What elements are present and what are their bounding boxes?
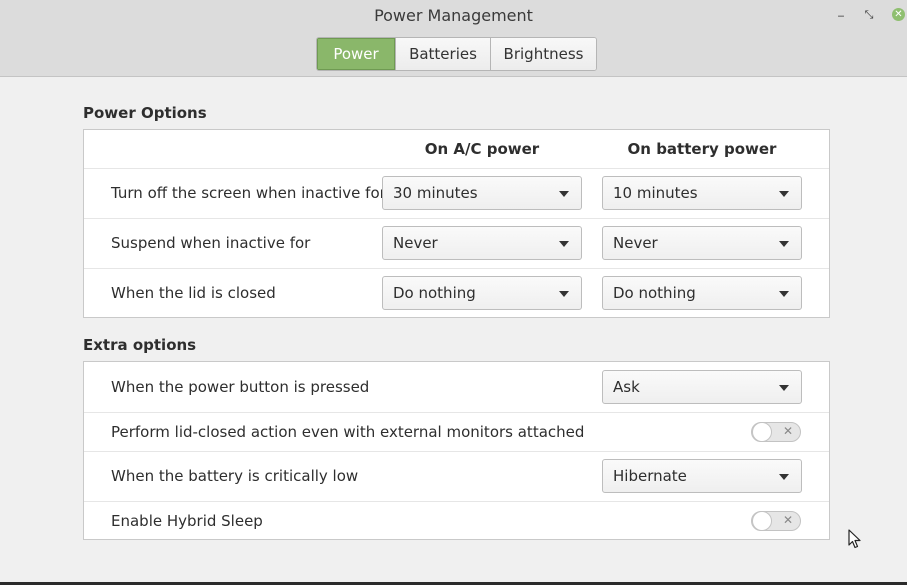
lid-closed-ac-value: Do nothing	[393, 284, 476, 302]
hybrid-sleep-row: Enable Hybrid Sleep ✕	[84, 501, 829, 539]
extra-options-title: Extra options	[83, 336, 197, 354]
chevron-down-icon	[779, 241, 789, 247]
column-battery-header: On battery power	[627, 140, 777, 158]
lid-external-label: Perform lid-closed action even with exte…	[111, 423, 585, 441]
power-management-window: Power Management ‒ ⤡ ✕ Power Batteries B…	[0, 0, 907, 582]
hybrid-sleep-toggle[interactable]: ✕	[751, 511, 801, 531]
screen-off-ac-dropdown[interactable]: 30 minutes	[382, 176, 582, 210]
lid-closed-battery-value: Do nothing	[613, 284, 696, 302]
chevron-down-icon	[779, 385, 789, 391]
screen-off-label: Turn off the screen when inactive for	[111, 184, 386, 202]
battery-critical-label: When the battery is critically low	[111, 467, 359, 485]
close-icon: ✕	[782, 424, 793, 438]
chevron-down-icon	[559, 191, 569, 197]
toggle-knob	[752, 511, 772, 531]
tab-power[interactable]: Power	[317, 38, 395, 70]
screen-off-row: Turn off the screen when inactive for 30…	[84, 168, 829, 218]
tab-batteries[interactable]: Batteries	[395, 38, 490, 70]
toggle-knob	[752, 422, 772, 442]
tab-bar: Power Batteries Brightness	[316, 37, 597, 71]
lid-external-toggle[interactable]: ✕	[751, 422, 801, 442]
battery-critical-dropdown[interactable]: Hibernate	[602, 459, 802, 493]
chevron-down-icon	[779, 474, 789, 480]
maximize-button[interactable]: ⤡	[862, 8, 876, 22]
power-button-row: When the power button is pressed Ask	[84, 362, 829, 412]
extra-options-panel: When the power button is pressed Ask Per…	[83, 361, 830, 540]
tab-brightness[interactable]: Brightness	[490, 38, 596, 70]
power-options-header-row: On A/C power On battery power	[84, 130, 829, 168]
chevron-down-icon	[779, 291, 789, 297]
power-options-panel: On A/C power On battery power Turn off t…	[83, 129, 830, 318]
lid-closed-battery-dropdown[interactable]: Do nothing	[602, 276, 802, 310]
lid-closed-ac-dropdown[interactable]: Do nothing	[382, 276, 582, 310]
header-bar: Power Management ‒ ⤡ ✕ Power Batteries B…	[0, 0, 907, 77]
screen-off-battery-dropdown[interactable]: 10 minutes	[602, 176, 802, 210]
minimize-button[interactable]: ‒	[834, 8, 848, 22]
lid-closed-label: When the lid is closed	[111, 284, 276, 302]
battery-critical-row: When the battery is critically low Hiber…	[84, 451, 829, 501]
mouse-cursor-icon	[848, 529, 861, 549]
power-button-dropdown[interactable]: Ask	[602, 370, 802, 404]
window-title: Power Management	[374, 6, 533, 25]
lid-closed-row: When the lid is closed Do nothing Do not…	[84, 268, 829, 318]
close-button[interactable]: ✕	[892, 8, 905, 21]
chevron-down-icon	[559, 291, 569, 297]
power-options-title: Power Options	[83, 104, 207, 122]
suspend-row: Suspend when inactive for Never Never	[84, 218, 829, 268]
suspend-ac-value: Never	[393, 234, 438, 252]
suspend-battery-dropdown[interactable]: Never	[602, 226, 802, 260]
suspend-label: Suspend when inactive for	[111, 234, 311, 252]
column-ac-header: On A/C power	[424, 140, 540, 158]
chevron-down-icon	[559, 241, 569, 247]
close-icon: ✕	[782, 513, 793, 527]
suspend-ac-dropdown[interactable]: Never	[382, 226, 582, 260]
screen-off-battery-value: 10 minutes	[613, 184, 698, 202]
hybrid-sleep-label: Enable Hybrid Sleep	[111, 512, 263, 530]
suspend-battery-value: Never	[613, 234, 658, 252]
battery-critical-value: Hibernate	[613, 467, 687, 485]
power-button-value: Ask	[613, 378, 640, 396]
chevron-down-icon	[779, 191, 789, 197]
power-button-label: When the power button is pressed	[111, 378, 370, 396]
lid-external-row: Perform lid-closed action even with exte…	[84, 412, 829, 451]
screen-off-ac-value: 30 minutes	[393, 184, 478, 202]
